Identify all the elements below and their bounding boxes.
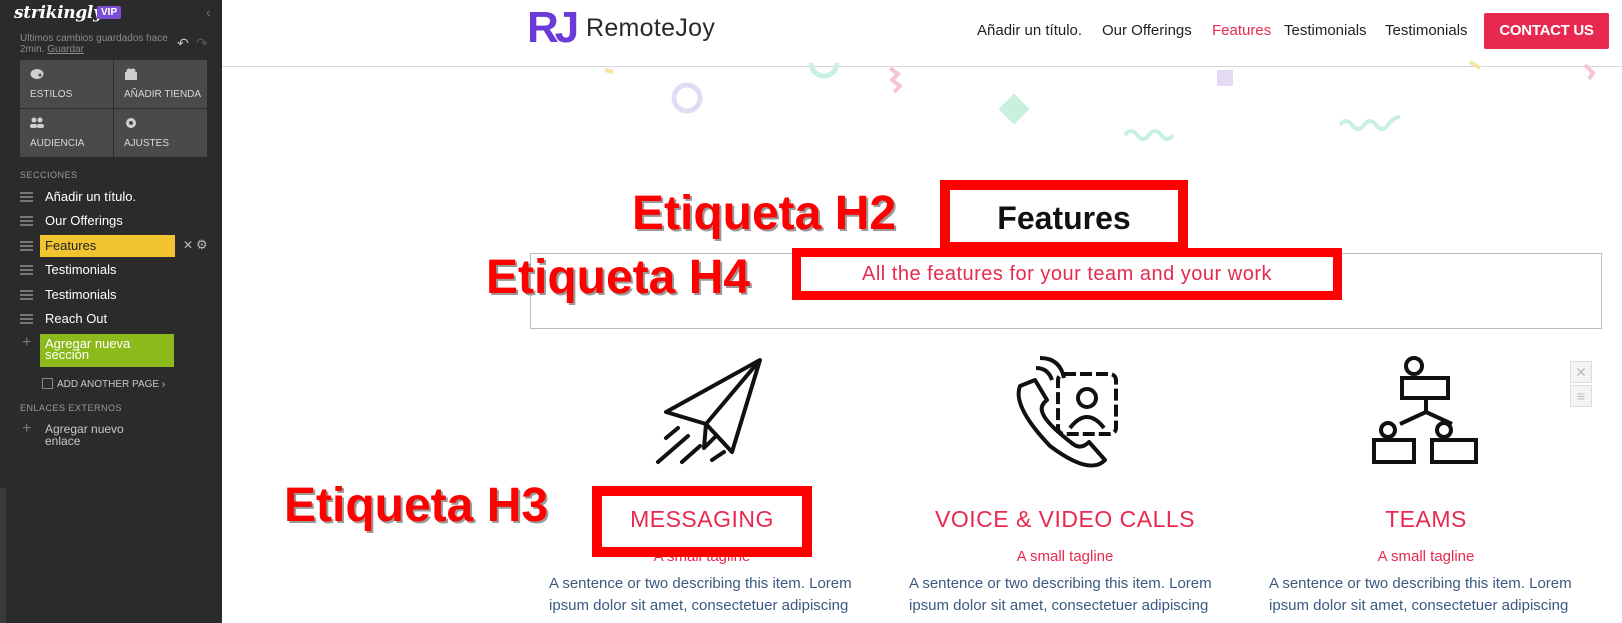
- plus-icon: +: [22, 420, 32, 437]
- description-line: ipsum dolor sit amet, consectetuer adipi…: [1269, 597, 1569, 614]
- plus-icon: +: [22, 334, 32, 351]
- add-link-button[interactable]: Agregar nuevo enlace: [45, 423, 155, 447]
- audience-icon: [30, 117, 44, 128]
- tool-label: AJUSTES: [124, 138, 170, 149]
- settings-button[interactable]: AJUSTES: [114, 109, 207, 157]
- tool-label: AÑADIR TIENDA: [124, 89, 202, 100]
- add-page-label: ADD ANOTHER PAGE ›: [57, 379, 166, 390]
- collapse-sidebar-icon[interactable]: ‹: [206, 4, 211, 20]
- nav-item[interactable]: Testimonials: [1385, 22, 1468, 39]
- section-item[interactable]: Testimonials: [20, 283, 216, 307]
- description-line: A sentence or two describing this item. …: [1269, 575, 1572, 592]
- contact-button[interactable]: CONTACT US: [1484, 13, 1609, 49]
- add-page-link[interactable]: ADD ANOTHER PAGE ›: [42, 378, 165, 390]
- team-network-icon: [1372, 356, 1478, 464]
- sidebar-edge: [0, 488, 6, 623]
- nav-item[interactable]: Añadir un título.: [977, 22, 1082, 39]
- paper-plane-icon: [656, 358, 762, 464]
- annotation-h4: Etiqueta H4: [486, 251, 751, 304]
- save-status-text: Ultimos cambios guardados hace 2min.: [20, 33, 168, 55]
- redo-icon[interactable]: ↷: [196, 35, 208, 52]
- section-label: Reach Out: [45, 311, 108, 326]
- tool-label: AUDIENCIA: [30, 138, 85, 149]
- editor-sidebar: strikingly VIP ‹ Ultimos cambios guardad…: [0, 0, 222, 623]
- annotation-h2: Etiqueta H2: [632, 187, 897, 240]
- section-label: Features: [40, 235, 175, 257]
- palette-icon: [30, 69, 44, 79]
- phone-contact-icon: [1016, 356, 1118, 468]
- feature-description[interactable]: A sentence or two describing this item. …: [1269, 573, 1589, 617]
- feature-title[interactable]: VOICE & VIDEO CALLS: [910, 506, 1220, 533]
- styles-button[interactable]: ESTILOS: [20, 60, 113, 108]
- site-header: RJ RemoteJoy Añadir un título. Our Offer…: [222, 0, 1622, 67]
- nav-item-active[interactable]: Features: [1212, 22, 1271, 39]
- strikingly-logo: strikingly: [14, 3, 103, 23]
- confetti-decoration: [604, 60, 1596, 141]
- section-settings-icon[interactable]: ⚙: [196, 237, 208, 253]
- description-line: ipsum dolor sit amet, consectetuer adipi…: [909, 597, 1209, 614]
- h2-highlight: Features: [940, 180, 1188, 252]
- section-label: Testimonials: [45, 287, 117, 302]
- drag-handle-icon[interactable]: [20, 241, 33, 251]
- feature-tagline[interactable]: A small tagline: [910, 548, 1220, 565]
- vip-badge: VIP: [97, 6, 122, 19]
- feature-tagline[interactable]: A small tagline: [1290, 548, 1562, 565]
- h4-highlight: All the features for your team and your …: [792, 248, 1342, 300]
- section-item[interactable]: Reach Out: [20, 307, 216, 331]
- page-icon: [42, 378, 53, 389]
- nav-item[interactable]: Our Offerings: [1102, 22, 1192, 39]
- annotation-h3: Etiqueta H3: [284, 479, 549, 532]
- sections-heading: SECCIONES: [20, 170, 78, 180]
- audience-button[interactable]: AUDIENCIA: [20, 109, 113, 157]
- menu-icon[interactable]: ≡: [1570, 385, 1592, 407]
- feature-description[interactable]: A sentence or two describing this item. …: [909, 573, 1229, 617]
- store-icon: [125, 68, 137, 80]
- editor-tools: ESTILOS AÑADIR TIENDA AUDIENCIA AJUSTES: [20, 60, 207, 157]
- external-links-heading: ENLACES EXTERNOS: [20, 403, 123, 413]
- drag-handle-icon[interactable]: [20, 192, 33, 202]
- section-heading[interactable]: Features: [950, 200, 1178, 237]
- brand-logo[interactable]: RJ: [527, 3, 579, 53]
- drag-handle-icon[interactable]: [20, 314, 33, 324]
- section-item[interactable]: Añadir un título.: [20, 185, 216, 209]
- add-section-button[interactable]: Agregar nueva sección: [40, 334, 174, 367]
- feature-title[interactable]: MESSAGING: [592, 506, 812, 533]
- brand-name[interactable]: RemoteJoy: [586, 14, 715, 43]
- drag-handle-icon[interactable]: [20, 216, 33, 226]
- feature-title[interactable]: TEAMS: [1290, 506, 1562, 533]
- save-link[interactable]: Guardar: [47, 44, 84, 55]
- section-item[interactable]: Our Offerings: [20, 209, 216, 233]
- description-line: A sentence or two describing this item. …: [549, 575, 852, 592]
- drag-handle-icon[interactable]: [20, 265, 33, 275]
- nav-item[interactable]: Testimonials: [1284, 22, 1367, 39]
- undo-icon[interactable]: ↶: [177, 35, 189, 52]
- add-store-button[interactable]: AÑADIR TIENDA: [114, 60, 207, 108]
- save-status: Ultimos cambios guardados hace 2min. Gua…: [20, 33, 180, 55]
- section-item[interactable]: Testimonials: [20, 258, 216, 282]
- description-line: ipsum dolor sit amet, consectetuer adipi…: [549, 597, 849, 614]
- description-line: A sentence or two describing this item. …: [909, 575, 1212, 592]
- section-label: Our Offerings: [45, 213, 123, 228]
- section-label: Añadir un título.: [45, 189, 137, 204]
- drag-handle-icon[interactable]: [20, 290, 33, 300]
- section-label: Testimonials: [45, 262, 117, 277]
- section-item-active[interactable]: Features ✕ ⚙: [20, 234, 216, 258]
- section-subheading[interactable]: All the features for your team and your …: [801, 263, 1333, 286]
- gear-icon: [126, 118, 136, 128]
- delete-section-icon[interactable]: ✕: [183, 238, 193, 252]
- close-icon[interactable]: ✕: [1570, 361, 1592, 383]
- feature-description[interactable]: A sentence or two describing this item. …: [549, 573, 869, 617]
- tool-label: ESTILOS: [30, 89, 73, 100]
